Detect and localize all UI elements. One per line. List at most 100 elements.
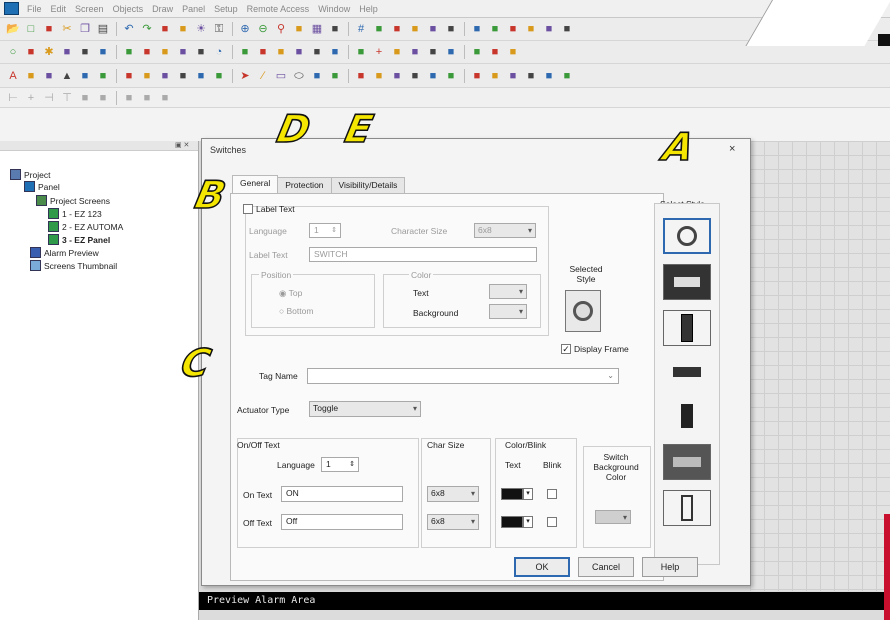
display-frame-checkbox[interactable]: ✓ [561,344,571,354]
screen-icon[interactable]: ■ [158,22,172,36]
style-vertical-toggle-option[interactable] [663,490,711,526]
plus-icon[interactable]: + [372,45,386,59]
zoom-in-icon[interactable]: ⊕ [238,22,252,36]
flip-icon[interactable]: ■ [444,69,458,83]
cut-icon[interactable]: ✂ [60,22,74,36]
on-color-dropdown-icon[interactable]: ▾ [523,488,533,500]
style-rocker-option[interactable] [663,264,711,300]
align-left-icon[interactable]: ⊢ [6,91,20,105]
recipe-icon[interactable]: ■ [96,69,110,83]
red-icon[interactable]: ■ [470,45,484,59]
off-blink-checkbox[interactable] [547,517,557,527]
text-ascii-icon[interactable]: ■ [42,69,56,83]
align-top-icon[interactable]: ⊤ [60,91,74,105]
bar-icon[interactable]: ■ [140,45,154,59]
style-rotary-option[interactable] [663,218,711,254]
on-text-input[interactable]: ON [281,486,403,502]
circle-icon[interactable]: ○ [6,45,20,59]
ellipse-icon[interactable]: ⬭ [292,69,306,83]
off-char-size-dropdown[interactable]: 6x8 ▾ [427,514,479,530]
order-icon[interactable]: ■ [158,91,172,105]
style-pushbutton-option[interactable] [663,398,711,434]
star-icon[interactable]: ✱ [42,45,56,59]
style-slide-option[interactable] [663,310,711,346]
settings-icon[interactable]: ■ [560,69,574,83]
position-top-radio[interactable]: ◉ Top [279,288,302,299]
gauge-icon[interactable]: ■ [238,45,252,59]
off-color-dropdown-icon[interactable]: ▾ [523,516,533,528]
text-color-dropdown[interactable]: ▾ [489,284,527,299]
hash-icon[interactable]: # [354,22,368,36]
graphic-icon[interactable]: ■ [122,69,136,83]
image-icon[interactable]: ■ [140,69,154,83]
copy-icon[interactable]: ❐ [78,22,92,36]
close-icon[interactable]: × [729,143,735,155]
text-numeric-icon[interactable]: ■ [24,69,38,83]
chart-icon[interactable]: ■ [408,22,422,36]
spinner-arrows-icon[interactable]: ⇕ [349,458,355,471]
tree-root[interactable]: Project [10,169,50,180]
align3-icon[interactable]: ■ [390,69,404,83]
key-icon[interactable]: ⚿ [212,22,226,36]
box-icon[interactable]: ■ [506,45,520,59]
menu-panel[interactable]: Panel [182,4,205,14]
tree-project-screens[interactable]: Project Screens [36,195,110,206]
tilde-icon[interactable]: ■ [328,69,342,83]
zoom-fit-icon[interactable]: ■ [292,22,306,36]
align-center-icon[interactable]: + [24,91,38,105]
arrow-right-icon[interactable]: ■ [488,22,502,36]
database-icon[interactable]: ■ [444,22,458,36]
off-text-color-swatch[interactable] [501,516,523,528]
help-button[interactable]: Help [642,557,698,577]
numeric-37-icon[interactable]: ■ [78,69,92,83]
label-text-checkbox[interactable] [243,204,253,214]
date-icon[interactable]: ■ [158,69,172,83]
align2-icon[interactable]: ■ [372,69,386,83]
fill-icon[interactable]: ■ [542,69,556,83]
alarm-icon[interactable]: ■ [328,45,342,59]
square-icon[interactable]: ■ [390,22,404,36]
trend-icon[interactable]: ■ [78,45,92,59]
u-icon[interactable]: ■ [390,45,404,59]
on-text-color-swatch[interactable] [501,488,523,500]
arrow-left-icon[interactable]: ■ [470,22,484,36]
character-size-dropdown[interactable]: 6x8 ▾ [474,223,536,238]
tree-screen-2[interactable]: 2 - EZ AUTOMA [48,221,123,232]
flag-icon[interactable]: ■ [506,22,520,36]
onoff-language-spinner[interactable]: 1 ⇕ [321,457,359,472]
actuator-type-dropdown[interactable]: Toggle ▾ [309,401,421,417]
cross-icon[interactable]: ■ [444,45,458,59]
mixed-chart-icon[interactable]: ■ [310,45,324,59]
save-icon[interactable]: ■ [42,22,56,36]
new-icon[interactable]: □ [24,22,38,36]
menu-setup[interactable]: Setup [214,4,238,14]
tab-general[interactable]: General [232,175,279,193]
pie-icon[interactable]: ■ [354,45,368,59]
curve-icon[interactable]: ■ [488,69,502,83]
on-char-size-dropdown[interactable]: 6x8 ▾ [427,486,479,502]
bar-chart-icon[interactable]: ■ [274,45,288,59]
camera-icon[interactable]: ■ [176,22,190,36]
tm-icon[interactable]: ■ [96,45,110,59]
align-bottom-icon[interactable]: ■ [96,91,110,105]
meter-icon[interactable]: ■ [122,45,136,59]
transform-icon[interactable]: ■ [470,69,484,83]
tag-name-combobox[interactable]: ⌄ [307,368,619,384]
spinner-arrows-icon[interactable]: ⇕ [331,224,337,237]
background-color-dropdown[interactable]: ▾ [489,304,527,319]
menu-draw[interactable]: Draw [152,4,173,14]
rotate-icon[interactable]: ■ [426,69,440,83]
line-chart-icon[interactable]: ■ [292,45,306,59]
ungroup-icon[interactable]: ■ [140,91,154,105]
menu-edit[interactable]: Edit [51,4,67,14]
polygon-icon[interactable]: ■ [506,69,520,83]
on-blink-checkbox[interactable] [547,489,557,499]
grid-icon[interactable]: ▦ [310,22,324,36]
tree-thumbnails[interactable]: Screens Thumbnail [30,260,117,271]
pointer-icon[interactable]: ➤ [238,69,252,83]
language-spinner[interactable]: 1 ⇕ [309,223,341,238]
menu-help[interactable]: Help [359,4,378,14]
menu-remote-access[interactable]: Remote Access [247,4,310,14]
pin-icon[interactable]: ▣ ✕ [175,141,189,149]
position-bottom-radio[interactable]: ○ Bottom [279,306,313,316]
